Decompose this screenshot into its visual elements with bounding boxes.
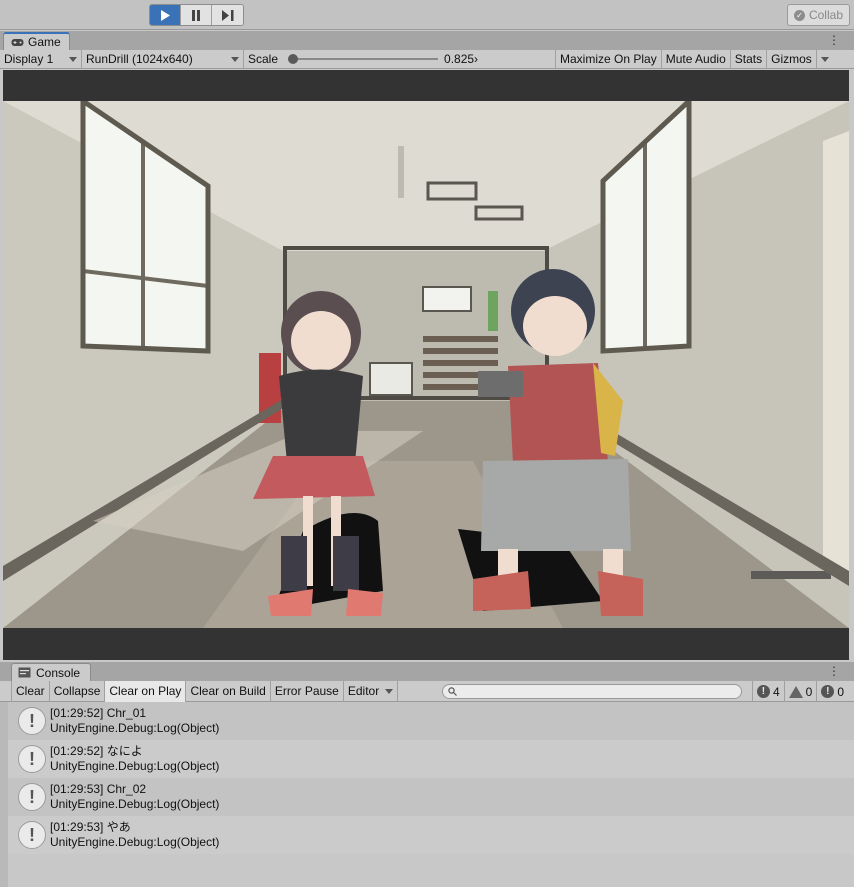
- tab-game-label: Game: [28, 35, 61, 49]
- log-entry-stack: UnityEngine.Debug:Log(Object): [50, 835, 220, 849]
- clear-button[interactable]: Clear: [12, 680, 50, 702]
- log-entry-text: [01:29:52] Chr_01 UnityEngine.Debug:Log(…: [50, 706, 219, 736]
- maximize-label: Maximize On Play: [560, 52, 657, 66]
- console-toolbar-edge: [0, 680, 12, 702]
- log-entry[interactable]: ! [01:29:52] なによ UnityEngine.Debug:Log(O…: [8, 740, 854, 778]
- stats-toggle[interactable]: Stats: [731, 49, 768, 69]
- error-icon: !: [821, 685, 835, 698]
- chevron-down-icon: [69, 56, 77, 62]
- clear-on-build-toggle[interactable]: Clear on Build: [186, 680, 271, 702]
- game-tab-row: Game ⋮: [0, 31, 854, 50]
- console-log-list: ! [01:29:52] Chr_01 UnityEngine.Debug:Lo…: [8, 702, 854, 887]
- display-dropdown[interactable]: Display 1: [0, 49, 82, 69]
- resolution-dropdown[interactable]: RunDrill (1024x640): [82, 49, 244, 69]
- error-pause-label: Error Pause: [274, 684, 339, 698]
- scale-control: Scale 0.825›: [244, 49, 556, 69]
- editor-label: Editor: [347, 684, 380, 698]
- log-entry[interactable]: ! [01:29:53] Chr_02 UnityEngine.Debug:Lo…: [8, 778, 854, 816]
- log-entry-stack: UnityEngine.Debug:Log(Object): [50, 797, 220, 811]
- gizmos-dropdown[interactable]: [817, 50, 833, 69]
- clear-label: Clear: [16, 684, 45, 698]
- search-icon: [448, 687, 457, 696]
- stats-label: Stats: [734, 52, 763, 66]
- display-label: Display 1: [4, 52, 54, 66]
- console-menu-icon[interactable]: ⋮: [828, 665, 840, 677]
- collab-label: Collab: [808, 8, 843, 22]
- scale-slider[interactable]: [288, 54, 439, 64]
- warning-icon: [788, 685, 803, 698]
- scale-value: 0.825›: [444, 52, 479, 66]
- chevron-down-icon: [385, 688, 394, 694]
- clear-on-play-toggle[interactable]: Clear on Play: [105, 680, 187, 702]
- error-pause-toggle[interactable]: Error Pause: [271, 680, 344, 702]
- log-entry-text: [01:29:52] なによ UnityEngine.Debug:Log(Obj…: [50, 744, 219, 774]
- console-left-edge: [0, 702, 8, 887]
- chevron-down-icon: [231, 56, 239, 62]
- maximize-on-play-toggle[interactable]: Maximize On Play: [556, 49, 662, 69]
- log-entry-message: [01:29:52] なによ: [50, 744, 143, 758]
- info-icon: !: [756, 685, 770, 698]
- resolution-label: RunDrill (1024x640): [86, 52, 193, 66]
- log-entry[interactable]: ! [01:29:53] やあ UnityEngine.Debug:Log(Ob…: [8, 816, 854, 854]
- editor-dropdown[interactable]: Editor: [344, 680, 399, 702]
- tab-console[interactable]: Console: [11, 663, 92, 681]
- scale-slider-knob[interactable]: [288, 54, 299, 64]
- error-count-toggle[interactable]: ! 0: [816, 681, 848, 702]
- console-icon: [18, 667, 31, 678]
- log-entry-stack: UnityEngine.Debug:Log(Object): [50, 721, 220, 735]
- log-entry-stack: UnityEngine.Debug:Log(Object): [50, 759, 220, 773]
- main-toolbar: ✓ Collab: [0, 0, 854, 30]
- log-entry-message: [01:29:53] やあ: [50, 820, 131, 834]
- play-icon: [161, 9, 170, 21]
- tab-console-label: Console: [36, 665, 81, 680]
- log-entry-text: [01:29:53] やあ UnityEngine.Debug:Log(Obje…: [50, 820, 219, 850]
- play-button[interactable]: [150, 5, 181, 25]
- warning-count-toggle[interactable]: 0: [783, 681, 817, 702]
- info-icon: !: [18, 745, 46, 773]
- info-count-toggle[interactable]: ! 4: [751, 681, 784, 702]
- mute-label: Mute Audio: [665, 52, 726, 66]
- game-view-toolbar: Display 1 RunDrill (1024x640) Scale 0.82…: [0, 49, 854, 69]
- tab-game[interactable]: Game: [3, 32, 70, 50]
- info-count: 4: [772, 684, 780, 699]
- info-icon: !: [18, 821, 46, 849]
- log-counts: ! 4 0 ! 0: [751, 681, 848, 702]
- step-icon: [221, 9, 233, 21]
- error-count: 0: [837, 684, 844, 699]
- pause-icon: [192, 9, 200, 21]
- info-icon: !: [18, 783, 46, 811]
- gizmos-toggle[interactable]: Gizmos: [767, 49, 817, 69]
- log-entry[interactable]: ! [01:29:52] Chr_01 UnityEngine.Debug:Lo…: [8, 702, 854, 740]
- collapse-toggle[interactable]: Collapse: [50, 680, 106, 702]
- console-toolbar: Clear Collapse Clear on Play Clear on Bu…: [0, 680, 854, 702]
- pause-button[interactable]: [181, 5, 212, 25]
- log-entry-text: [01:29:53] Chr_02 UnityEngine.Debug:Log(…: [50, 782, 219, 812]
- playback-controls: [149, 4, 244, 26]
- chevron-down-icon: [820, 56, 829, 62]
- game-menu-icon[interactable]: ⋮: [828, 34, 840, 46]
- collapse-label: Collapse: [53, 684, 101, 698]
- check-icon: ✓: [793, 9, 805, 21]
- collab-button[interactable]: ✓ Collab: [786, 4, 850, 26]
- info-icon: !: [18, 707, 46, 735]
- console-tab-row: Console ⋮: [0, 662, 854, 681]
- mute-audio-toggle[interactable]: Mute Audio: [662, 49, 731, 69]
- log-entry-message: [01:29:53] Chr_02: [50, 782, 147, 796]
- gamepad-icon: [11, 38, 24, 46]
- game-scene: [3, 101, 849, 628]
- scale-label: Scale: [248, 52, 279, 66]
- clear-on-build-label: Clear on Build: [190, 684, 266, 698]
- clear-on-play-label: Clear on Play: [109, 684, 182, 698]
- gizmos-label: Gizmos: [771, 52, 812, 66]
- console-search-input[interactable]: [442, 684, 742, 699]
- hallway-scene: [3, 101, 849, 628]
- warning-count: 0: [805, 684, 813, 699]
- step-button[interactable]: [212, 5, 243, 25]
- game-view[interactable]: [3, 70, 849, 660]
- log-entry-message: [01:29:52] Chr_01: [50, 706, 147, 720]
